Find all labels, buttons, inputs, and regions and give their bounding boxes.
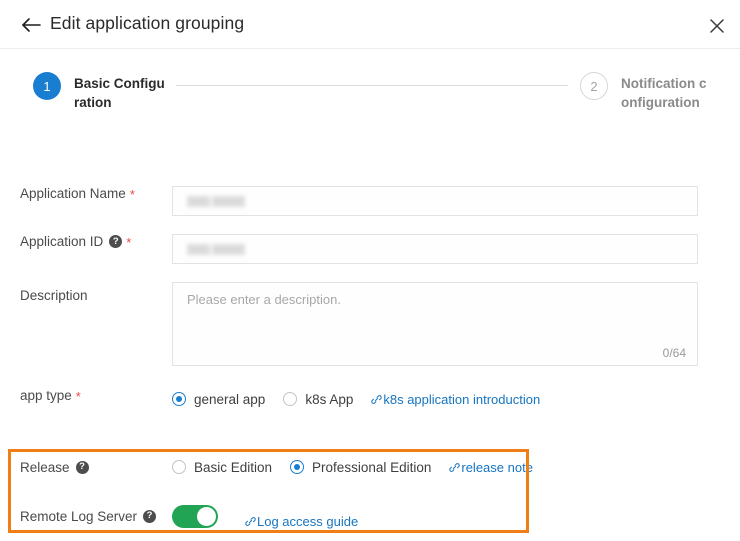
log-access-guide-link[interactable]: Log access guide	[245, 514, 358, 529]
radio-mark	[172, 460, 186, 474]
help-icon[interactable]: ?	[75, 460, 89, 474]
step-number-badge: 2	[580, 72, 608, 100]
stepper-step-notification-configuration[interactable]: 2 Notification configuration	[580, 72, 713, 112]
redacted-value	[187, 195, 245, 207]
release-note-link[interactable]: release note	[449, 460, 533, 475]
basic-configuration-form: Application Name * Application ID ? * De…	[0, 164, 740, 410]
label-text: Release	[20, 459, 70, 475]
toggle-knob	[197, 506, 216, 526]
radio-mark-selected	[290, 460, 305, 474]
radio-mark-selected	[172, 392, 186, 406]
description-character-counter: 0/64	[662, 346, 686, 360]
required-asterisk: *	[129, 187, 135, 202]
form-row-release: Release ? Basic Edition Professional Edi…	[0, 450, 740, 484]
radio-mark	[283, 392, 298, 406]
step-number-badge: 1	[33, 72, 61, 100]
form-row-app-type: app type * general app k8s App k8s appli…	[0, 388, 740, 410]
radio-label: k8s App	[305, 391, 354, 407]
form-row-application-name: Application Name *	[0, 186, 740, 216]
release-radio-group: Basic Edition Professional Edition relea…	[172, 456, 533, 478]
application-name-label: Application Name *	[0, 186, 172, 201]
radio-label: general app	[194, 391, 266, 407]
close-icon[interactable]	[704, 13, 730, 39]
help-icon[interactable]: ?	[109, 235, 123, 248]
form-row-application-id: Application ID ? *	[0, 234, 740, 264]
label-text: Description	[20, 288, 88, 303]
radio-k8s-app[interactable]: k8s App	[283, 392, 353, 407]
link-icon	[245, 516, 256, 527]
help-icon[interactable]: ?	[143, 509, 157, 523]
step-label: Basic Configuration	[74, 76, 165, 110]
link-icon	[449, 462, 461, 473]
application-id-label: Application ID ? *	[0, 234, 172, 249]
label-text: Application ID	[20, 234, 104, 249]
k8s-application-introduction-link[interactable]: k8s application introduction	[371, 392, 540, 407]
page-header: Edit application grouping	[0, 0, 740, 49]
page-title: Edit application grouping	[50, 13, 245, 33]
wizard-stepper: 1 Basic Configuration 2 Notification con…	[0, 49, 740, 164]
arrow-left-icon[interactable]	[18, 12, 44, 38]
description-textarea[interactable]: Please enter a description. 0/64	[172, 282, 698, 366]
link-text: Log access guide	[257, 513, 359, 529]
release-label: Release ?	[0, 460, 172, 475]
link-text: release note	[461, 459, 533, 475]
link-icon	[371, 394, 383, 405]
form-row-description: Description Please enter a description. …	[0, 282, 740, 366]
label-text: Remote Log Server	[20, 508, 138, 524]
description-label: Description	[0, 282, 172, 303]
application-name-input[interactable]	[172, 186, 698, 216]
form-row-remote-log-server: Remote Log Server ? Log access guide	[0, 500, 740, 532]
radio-label: Professional Edition	[312, 459, 432, 475]
app-type-label: app type *	[0, 388, 172, 403]
radio-label: Basic Edition	[194, 459, 273, 475]
stepper-step-basic-configuration[interactable]: 1 Basic Configuration	[33, 72, 166, 112]
stepper-connector-line	[176, 85, 568, 86]
label-text: app type	[20, 388, 72, 403]
radio-general-app[interactable]: general app	[172, 392, 265, 407]
redacted-value	[187, 243, 245, 255]
application-id-input[interactable]	[172, 234, 698, 264]
required-asterisk: *	[75, 389, 81, 404]
app-type-radio-group: general app k8s App k8s application intr	[172, 388, 740, 410]
step-label: Notification configuration	[621, 76, 707, 110]
link-text: k8s application introduction	[383, 391, 541, 407]
radio-basic-edition[interactable]: Basic Edition	[172, 460, 272, 475]
radio-professional-edition[interactable]: Professional Edition	[290, 460, 431, 475]
label-text: Application Name	[20, 186, 126, 201]
remote-log-server-toggle[interactable]	[172, 504, 218, 528]
required-asterisk: *	[126, 235, 132, 250]
description-placeholder: Please enter a description.	[187, 292, 341, 307]
remote-log-server-label: Remote Log Server ?	[0, 509, 172, 524]
